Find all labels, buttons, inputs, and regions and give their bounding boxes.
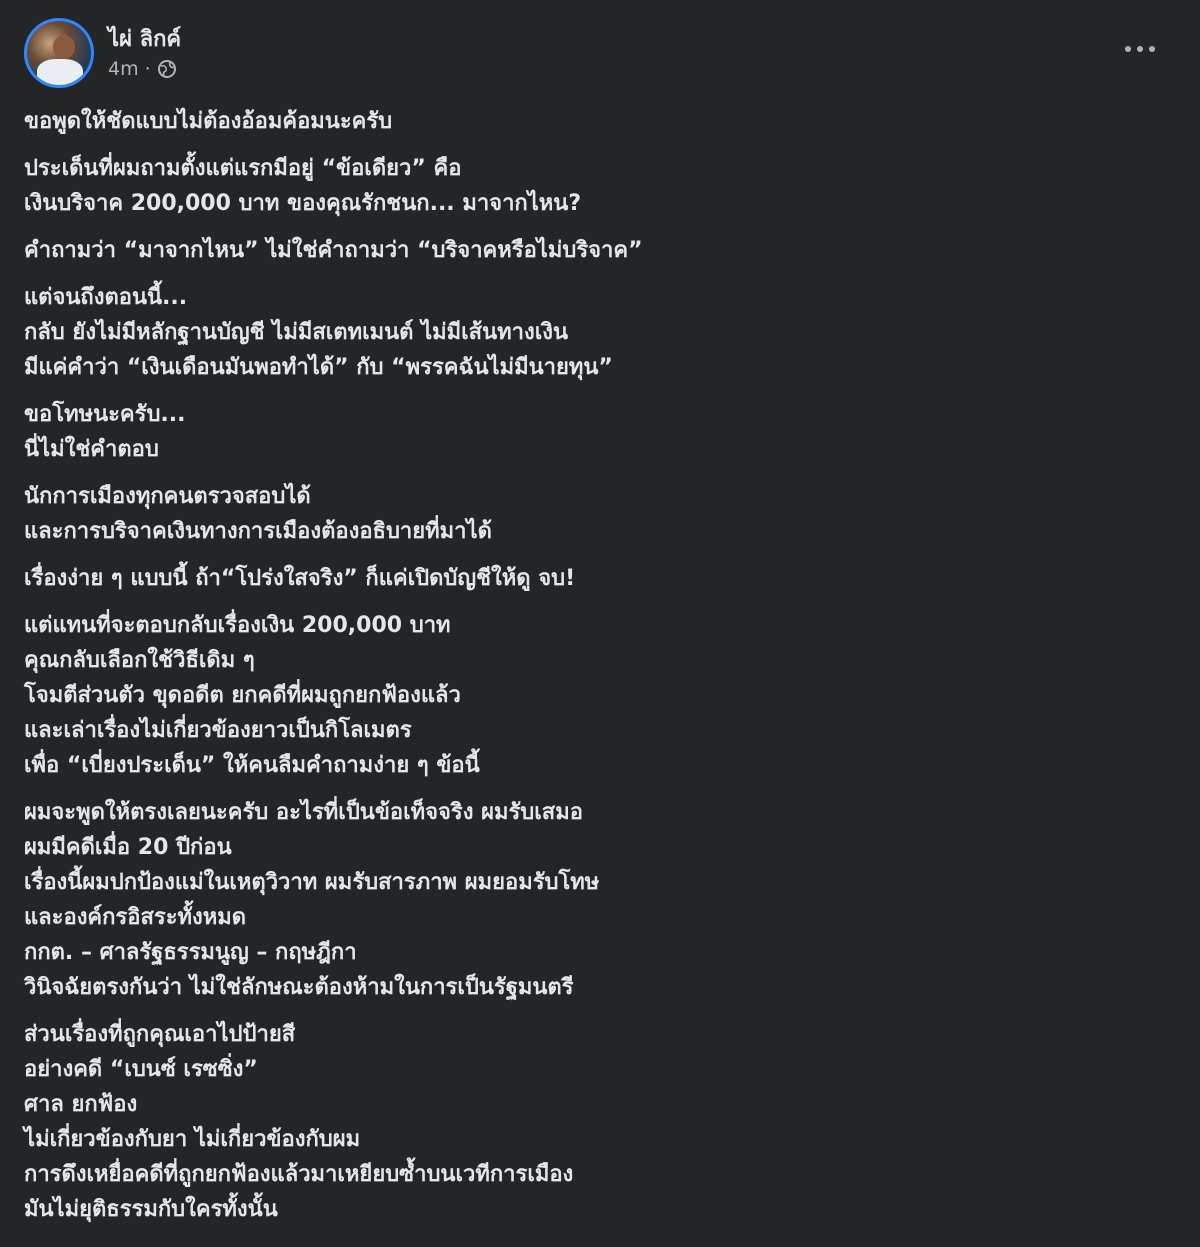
post-text-line: และองค์กรอิสระทั้งหมด (24, 905, 247, 930)
post-text-line: และการบริจาคเงินทางการเมืองต้องอธิบายที่… (24, 519, 492, 544)
facebook-post: ไผ่ ลิกค์ 4m · ขอพูดให้ชัดแบบไม่ต้องอ้อม… (0, 0, 1200, 1247)
post-text-line: ผมจะพูดให้ตรงเลยนะครับ อะไรที่เป็นข้อเท็… (24, 800, 583, 825)
author-name[interactable]: ไผ่ ลิกค์ (108, 26, 181, 54)
post-paragraph: คำถามว่า “มาจากไหน” ไม่ใช่คำถามว่า “บริจ… (24, 233, 1164, 268)
post-paragraph: แต่แทนที่จะตอบกลับเรื่องเงิน 200,000 บาท… (24, 608, 1164, 783)
post-paragraph: แต่จนถึงตอนนี้... กลับ ยังไม่มีหลักฐานบัญ… (24, 280, 1164, 385)
post-text-line: คุณกลับเลือกใช้วิธีเดิม ๆ (24, 648, 255, 673)
more-horizontal-icon (1125, 46, 1155, 52)
post-text-line: ไม่เกี่ยวข้องกับยา ไม่เกี่ยวข้องกับผม (24, 1127, 361, 1152)
post-text-line: แต่แทนที่จะตอบกลับเรื่องเงิน 200,000 บาท (24, 613, 451, 638)
post-text-line: เพื่อ “เบี่ยงประเด็น” ให้คนลืมคำถามง่าย … (24, 753, 480, 778)
avatar-head-shape (53, 35, 75, 59)
post-text-line: คำถามว่า “มาจากไหน” ไม่ใช่คำถามว่า “บริจ… (24, 238, 643, 263)
post-paragraph: เรื่องง่าย ๆ แบบนี้ ถ้า“โปร่งใสจริง” ก็แ… (24, 561, 1164, 596)
post-meta: ไผ่ ลิกค์ 4m · (108, 26, 181, 80)
post-text-line: แต่จนถึงตอนนี้... (24, 285, 188, 310)
post-timestamp[interactable]: 4m (108, 58, 139, 80)
post-text-line: เงินบริจาค 200,000 บาท ของคุณรักชนก... ม… (24, 191, 582, 216)
post-text-line: ส่วนเรื่องที่ถูกคุณเอาไปป้ายสี (24, 1022, 296, 1047)
post-body-text: ขอพูดให้ชัดแบบไม่ต้องอ้อมค้อมนะครับประเด… (24, 104, 1164, 1239)
more-options-button[interactable] (1120, 34, 1160, 64)
post-text-line: มีแค่คำว่า “เงินเดือนมันพอทำได้” กับ “พร… (24, 355, 613, 380)
post-text-line: นักการเมืองทุกคนตรวจสอบได้ (24, 484, 311, 509)
post-text-line: ประเด็นที่ผมถามตั้งแต่แรกมีอยู่ “ข้อเดีย… (24, 156, 462, 181)
post-text-line: อย่างคดี “เบนซ์ เรซซิ่ง” (24, 1057, 258, 1082)
post-text-line: เรื่องนี้ผมปกป้องแม่ในเหตุวิวาท ผมรับสาร… (24, 870, 600, 895)
avatar-shirt-shape (37, 59, 83, 85)
post-paragraph: นักการเมืองทุกคนตรวจสอบได้และการบริจาคเง… (24, 479, 1164, 549)
post-text-line: เรื่องง่าย ๆ แบบนี้ ถ้า“โปร่งใสจริง” ก็แ… (24, 566, 576, 591)
globe-icon[interactable] (157, 59, 177, 79)
post-text-line: ขอพูดให้ชัดแบบไม่ต้องอ้อมค้อมนะครับ (24, 109, 393, 134)
post-text-line: ผมมีคดีเมื่อ 20 ปีก่อน (24, 835, 232, 860)
post-text-line: กลับ ยังไม่มีหลักฐานบัญชี ไม่มีสเตทเมนต์… (24, 320, 569, 345)
post-paragraph: ขอโทษนะครับ... นี่ไม่ใช่คำตอบ (24, 397, 1164, 467)
post-text-line: โจมตีส่วนตัว ขุดอดีต ยกคดีที่ผมถูกยกฟ้อง… (24, 683, 461, 708)
post-header: ไผ่ ลิกค์ 4m · (24, 18, 181, 88)
post-text-line: ศาล ยกฟ้อง (24, 1092, 138, 1117)
avatar[interactable] (24, 18, 94, 88)
post-text-line: วินิจฉัยตรงกันว่า ไม่ใช่ลักษณะต้องห้ามใน… (24, 975, 574, 1000)
separator-dot: · (144, 58, 151, 80)
post-text-line: กกต. – ศาลรัฐธรรมนูญ – กฤษฎีกา (24, 940, 357, 965)
post-subline: 4m · (108, 58, 181, 80)
post-paragraph: ผมจะพูดให้ตรงเลยนะครับ อะไรที่เป็นข้อเท็… (24, 795, 1164, 1005)
post-text-line: นี่ไม่ใช่คำตอบ (24, 437, 159, 462)
post-text-line: การดึงเหยื่อคดีที่ถูกยกฟ้องแล้วมาเหยียบซ… (24, 1162, 574, 1187)
post-paragraph: ขอพูดให้ชัดแบบไม่ต้องอ้อมค้อมนะครับ (24, 104, 1164, 139)
post-paragraph: ส่วนเรื่องที่ถูกคุณเอาไปป้ายสีอย่างคดี “… (24, 1017, 1164, 1227)
post-paragraph: ประเด็นที่ผมถามตั้งแต่แรกมีอยู่ “ข้อเดีย… (24, 151, 1164, 221)
post-text-line: และเล่าเรื่องไม่เกี่ยวข้องยาวเป็นกิโลเมต… (24, 718, 412, 743)
post-text-line: ขอโทษนะครับ... (24, 402, 186, 427)
post-text-line: มันไม่ยุติธรรมกับใครทั้งนั้น (24, 1197, 278, 1222)
